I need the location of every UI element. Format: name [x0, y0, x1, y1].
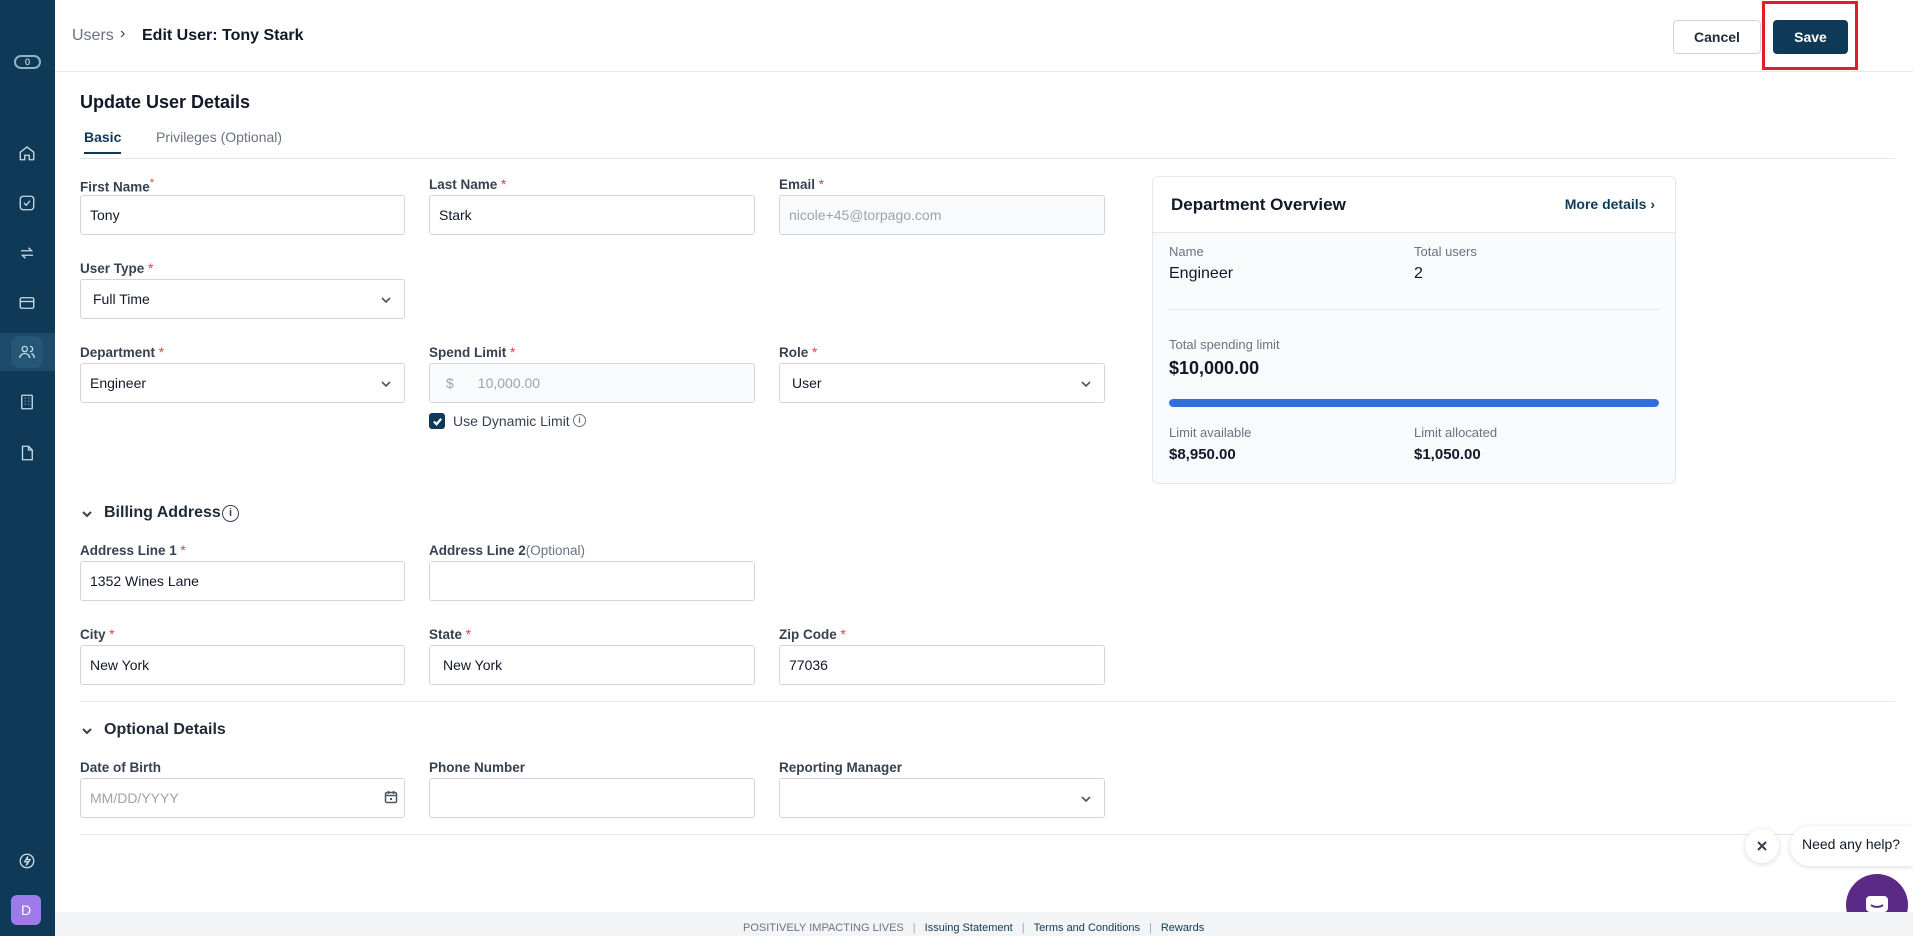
rewards-link[interactable]: Rewards — [1161, 922, 1204, 934]
footer-tagline: POSITIVELY IMPACTING LIVES — [743, 922, 904, 934]
breadcrumb-separator: › — [120, 25, 126, 42]
more-details-link[interactable]: More details › — [1565, 196, 1655, 212]
spend-limit-field: $10,000.00 — [429, 363, 755, 403]
lightning-icon[interactable] — [11, 845, 43, 877]
document-icon[interactable] — [11, 437, 43, 469]
email-label: Email * — [779, 177, 825, 192]
transfer-icon[interactable] — [11, 237, 43, 269]
card-divider — [1169, 309, 1659, 310]
card-title: Department Overview — [1171, 195, 1346, 214]
save-button[interactable]: Save — [1773, 20, 1848, 54]
dynamic-limit-checkbox[interactable] — [429, 413, 445, 429]
currency-symbol: $ — [446, 375, 454, 391]
city-label: City * — [80, 627, 115, 642]
limit-available-label: Limit available — [1169, 425, 1252, 440]
total-users-value: 2 — [1414, 265, 1423, 282]
card-icon[interactable] — [11, 287, 43, 319]
close-icon — [1757, 841, 1767, 851]
building-icon[interactable] — [11, 386, 43, 418]
limit-progress-fill — [1169, 399, 1659, 407]
dynamic-limit-label[interactable]: Use Dynamic Limit — [453, 413, 570, 429]
cancel-button[interactable]: Cancel — [1673, 20, 1761, 54]
last-name-label: Last Name * — [429, 177, 507, 192]
close-help-button[interactable] — [1745, 829, 1779, 863]
page-title: Edit User: Tony Stark — [142, 27, 304, 44]
dob-field[interactable]: MM/DD/YYYY — [80, 778, 405, 818]
manager-label: Reporting Manager — [779, 760, 903, 775]
calendar-icon[interactable] — [384, 790, 398, 804]
dob-label: Date of Birth — [80, 760, 161, 775]
state-field[interactable]: New York — [429, 645, 755, 685]
last-name-field[interactable]: Stark — [429, 195, 755, 235]
zip-label: Zip Code * — [779, 627, 846, 642]
card-header: Department Overview More details › — [1153, 177, 1675, 233]
breadcrumb-users-link[interactable]: Users — [72, 27, 114, 45]
chevron-down-icon — [1080, 377, 1092, 389]
check-circle-icon[interactable] — [11, 187, 43, 219]
footer: POSITIVELY IMPACTING LIVES | Issuing State… — [55, 912, 1913, 936]
user-type-label: User Type * — [80, 261, 154, 276]
header: Users › Edit User: Tony Stark — [55, 0, 1913, 72]
department-overview-card: Department Overview More details › Name … — [1152, 176, 1676, 484]
phone-field[interactable] — [429, 778, 755, 818]
chevron-down-icon — [1080, 792, 1092, 804]
optional-section-title[interactable]: Optional Details — [104, 721, 226, 739]
collapse-chevron-icon[interactable] — [81, 724, 93, 736]
dept-name-value: Engineer — [1169, 265, 1234, 282]
role-label: Role * — [779, 345, 818, 360]
section-divider — [80, 834, 1895, 835]
billing-info-icon[interactable]: i — [222, 505, 239, 522]
total-limit-label: Total spending limit — [1169, 337, 1280, 352]
info-icon[interactable]: i — [573, 414, 586, 427]
tab-bar: Basic Privileges (Optional) — [80, 128, 1895, 159]
spend-limit-label: Spend Limit * — [429, 345, 516, 360]
department-select[interactable]: Engineer — [80, 363, 405, 403]
section-divider — [80, 701, 1895, 702]
limit-available-value: $8,950.00 — [1169, 446, 1236, 463]
state-label: State * — [429, 627, 472, 642]
home-icon[interactable] — [11, 137, 43, 169]
collapse-chevron-icon[interactable] — [81, 507, 93, 519]
department-label: Department * — [80, 345, 165, 360]
users-icon[interactable] — [11, 336, 43, 368]
terms-link[interactable]: Terms and Conditions — [1034, 922, 1140, 934]
address2-field[interactable] — [429, 561, 755, 601]
limit-allocated-value: $1,050.00 — [1414, 446, 1481, 463]
first-name-field[interactable]: Tony — [80, 195, 405, 235]
email-field: nicole+45@torpago.com — [779, 195, 1105, 235]
first-name-label: First Name* — [80, 177, 155, 195]
limit-allocated-label: Limit allocated — [1414, 425, 1498, 440]
dept-name-label: Name — [1169, 244, 1204, 259]
sidebar: 0 D — [0, 0, 55, 936]
manager-select[interactable] — [779, 778, 1105, 818]
zip-field[interactable]: 77036 — [779, 645, 1105, 685]
footer-links: POSITIVELY IMPACTING LIVES | Issuing State… — [743, 922, 1205, 934]
total-limit-value: $10,000.00 — [1169, 358, 1260, 378]
billing-section-title[interactable]: Billing Address — [104, 504, 221, 522]
limit-progress-bar — [1169, 399, 1659, 407]
help-prompt[interactable]: Need any help? — [1790, 826, 1913, 866]
tab-privileges[interactable]: Privileges (Optional) — [156, 129, 282, 153]
total-users-label: Total users — [1414, 244, 1477, 259]
address2-label: Address Line 2(Optional) — [429, 543, 586, 558]
address1-label: Address Line 1 * — [80, 543, 186, 558]
logo-icon[interactable]: 0 — [14, 55, 41, 69]
user-type-select[interactable]: Full Time — [80, 279, 405, 319]
chevron-down-icon — [380, 293, 392, 305]
chevron-down-icon — [380, 377, 392, 389]
phone-label: Phone Number — [429, 760, 526, 775]
issuing-statement-link[interactable]: Issuing Statement — [925, 922, 1013, 934]
role-select[interactable]: User — [779, 363, 1105, 403]
avatar[interactable]: D — [11, 895, 41, 925]
address1-field[interactable]: 1352 Wines Lane — [80, 561, 405, 601]
form-title: Update User Details — [80, 92, 251, 112]
city-field[interactable]: New York — [80, 645, 405, 685]
tab-basic[interactable]: Basic — [84, 129, 122, 154]
